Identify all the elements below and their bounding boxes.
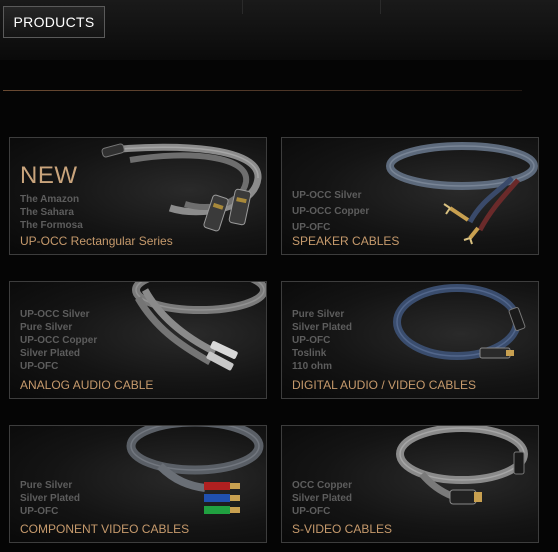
products-tab[interactable]: PRODUCTS (3, 6, 105, 38)
material-list: Pure Silver Silver Plated UP-OFC Toslink… (292, 308, 352, 373)
header-separator (380, 0, 381, 14)
material-item: Pure Silver (20, 480, 73, 491)
material-item: OCC Copper (292, 480, 352, 491)
material-item: UP-OFC (292, 335, 331, 346)
material-item: UP-OFC (20, 361, 59, 372)
product-card-analog-audio[interactable]: UP-OCC Silver Pure Silver UP-OCC Copper … (9, 281, 267, 399)
material-item: UP-OCC Silver (20, 309, 90, 320)
material-item: The Amazon (20, 194, 80, 205)
material-item: 110 ohm (292, 361, 333, 372)
material-list: OCC Copper Silver Plated UP-OFC (292, 479, 352, 518)
card-title[interactable]: S-VIDEO CABLES (292, 522, 392, 536)
material-item: UP-OFC (20, 506, 59, 517)
material-item: Silver Plated (292, 493, 353, 504)
material-item: The Formosa (20, 220, 83, 231)
material-item: UP-OCC Copper (20, 335, 98, 346)
material-list: UP-OCC Silver UP-OCC Copper UP-OFC (292, 188, 369, 236)
card-title[interactable]: UP-OCC Rectangular Series (20, 234, 173, 248)
material-list: The Amazon The Sahara The Formosa (20, 193, 83, 232)
card-title[interactable]: ANALOG AUDIO CABLE (20, 378, 153, 392)
product-card-s-video[interactable]: OCC Copper Silver Plated UP-OFC S-VIDEO … (281, 425, 539, 543)
material-item: Pure Silver (292, 309, 345, 320)
material-item: UP-OCC Silver (292, 190, 362, 201)
header-separator (242, 0, 243, 14)
card-title[interactable]: DIGITAL AUDIO / VIDEO CABLES (292, 378, 476, 392)
material-list: Pure Silver Silver Plated UP-OFC (20, 479, 80, 518)
material-item: Toslink (292, 348, 327, 359)
material-item: UP-OCC Copper (292, 206, 370, 217)
card-title[interactable]: SPEAKER CABLES (292, 234, 399, 248)
material-item: Silver Plated (20, 493, 81, 504)
section-divider (3, 90, 522, 91)
material-item: Pure Silver (20, 322, 73, 333)
material-item: Silver Plated (20, 348, 81, 359)
product-card-speaker-cables[interactable]: UP-OCC Silver UP-OCC Copper UP-OFC SPEAK… (281, 137, 539, 255)
material-item: Silver Plated (292, 322, 353, 333)
product-card-digital-audio-video[interactable]: Pure Silver Silver Plated UP-OFC Toslink… (281, 281, 539, 399)
material-item: UP-OFC (292, 506, 331, 517)
new-badge: NEW (20, 162, 78, 189)
product-card-component-video[interactable]: Pure Silver Silver Plated UP-OFC COMPONE… (9, 425, 267, 543)
card-title[interactable]: COMPONENT VIDEO CABLES (20, 522, 189, 536)
material-list: UP-OCC Silver Pure Silver UP-OCC Copper … (20, 308, 97, 373)
product-card-rectangular-series[interactable]: NEW The Amazon The Sahara The Formosa UP… (9, 137, 267, 255)
material-item: The Sahara (20, 207, 74, 218)
